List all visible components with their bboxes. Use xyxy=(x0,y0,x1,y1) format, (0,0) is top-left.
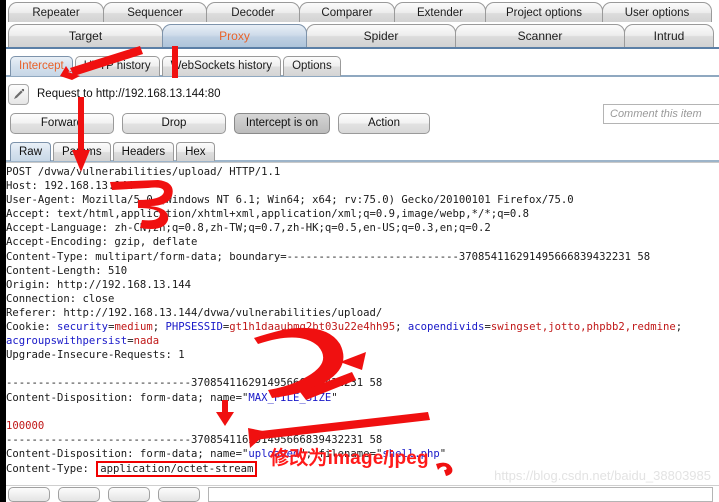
raw-line: Host: 192.168.13.144 xyxy=(6,180,134,193)
drop-button-label: Drop xyxy=(161,116,187,129)
raw-line: Accept: text/html,application/xhtml+xml,… xyxy=(6,208,529,221)
raw-line: Accept-Encoding: gzip, deflate xyxy=(6,236,198,249)
raw-line-cookie-cont: acgroupswithpersist=nada xyxy=(6,335,160,348)
annotation-note-text: 修改为image/jpeg xyxy=(270,448,429,469)
main-tab-repeater[interactable]: Repeater xyxy=(8,2,104,23)
view-tab-headers[interactable]: Headers xyxy=(112,142,175,161)
action-button[interactable]: Action xyxy=(338,112,430,134)
main-tab-intruder-label: Intrud xyxy=(653,29,685,43)
sub-tab-intercept[interactable]: Intercept xyxy=(10,56,73,76)
raw-line: Content-Type: multipart/form-data; bound… xyxy=(6,250,651,263)
main-tab-scanner[interactable]: Scanner xyxy=(455,24,625,47)
drop-button[interactable]: Drop xyxy=(122,112,226,134)
raw-line-disposition-maxfilesize: Content-Disposition: form-data; name="MA… xyxy=(6,391,338,404)
pencil-icon[interactable] xyxy=(8,83,29,105)
main-tab-sequencer-label: Sequencer xyxy=(127,7,183,19)
main-tab-project-options[interactable]: Project options xyxy=(485,2,603,23)
sub-tab-websockets-history[interactable]: WebSockets history xyxy=(161,56,282,76)
main-tab-decoder-label: Decoder xyxy=(231,7,275,19)
bottom-button-4[interactable] xyxy=(158,486,200,502)
main-tab-comparer-label: Comparer xyxy=(321,7,373,19)
intercept-toggle-button[interactable]: Intercept is on xyxy=(234,112,330,134)
sub-tab-websockets-history-label: WebSockets history xyxy=(170,60,273,72)
message-view-tabs: Raw Params Headers Hex xyxy=(0,140,719,161)
view-tab-hex[interactable]: Hex xyxy=(176,142,215,161)
main-tab-user-options-label: User options xyxy=(624,7,690,19)
main-tab-extender-label: Extender xyxy=(416,7,464,19)
forward-button-label: Forward xyxy=(40,116,84,129)
comment-input[interactable]: Comment this item xyxy=(603,104,719,124)
raw-line: Referer: http://192.168.13.144/dvwa/vuln… xyxy=(6,306,383,319)
raw-line xyxy=(2,405,719,419)
view-tab-headers-label: Headers xyxy=(121,146,166,158)
intercept-toggle-label: Intercept is on xyxy=(245,116,319,129)
search-bar xyxy=(0,485,719,502)
main-tab-intruder[interactable]: Intrud xyxy=(624,24,714,47)
sub-tab-http-history-label: HTTP history xyxy=(83,60,151,72)
main-tab-comparer[interactable]: Comparer xyxy=(299,2,395,23)
raw-line-cookie: Cookie: security=medium; PHPSESSID=gt1h1… xyxy=(6,321,683,334)
view-tab-raw[interactable]: Raw xyxy=(10,142,52,161)
content-type-highlight-box: application/octet-stream xyxy=(96,460,258,477)
main-tab-repeater-label: Repeater xyxy=(32,7,80,19)
raw-line: Content-Length: 510 xyxy=(6,264,128,277)
main-tab-decoder[interactable]: Decoder xyxy=(206,2,300,23)
watermark: https://blog.csdn.net/baidu_38803985 xyxy=(494,468,711,483)
main-tab-target-label: Target xyxy=(68,29,103,43)
sub-tab-options-label: Options xyxy=(292,60,332,72)
forward-button[interactable]: Forward xyxy=(10,112,114,134)
window-left-edge xyxy=(0,0,6,502)
bottom-button-3[interactable] xyxy=(108,486,150,502)
sub-tab-intercept-label: Intercept xyxy=(19,60,64,72)
action-button-label: Action xyxy=(368,116,400,129)
view-tab-hex-label: Hex xyxy=(185,146,206,158)
pencil-icon-glyph xyxy=(14,88,25,99)
raw-line: User-Agent: Mozilla/5.0 (Windows NT 6.1;… xyxy=(6,194,574,207)
main-tab-sequencer[interactable]: Sequencer xyxy=(103,2,207,23)
main-tab-proxy-label: Proxy xyxy=(219,29,250,43)
bottom-search-input[interactable] xyxy=(208,486,713,502)
main-tab-project-options-label: Project options xyxy=(505,7,583,19)
bottom-button-2[interactable] xyxy=(58,486,100,502)
raw-line: POST /dvwa/vulnerabilities/upload/ HTTP/… xyxy=(6,166,281,178)
view-tab-params-label: Params xyxy=(62,146,102,158)
raw-line: Accept-Language: zh-CN,zh;q=0.8,zh-TW;q=… xyxy=(6,222,491,235)
main-tab-scanner-label: Scanner xyxy=(517,29,563,43)
raw-line: Connection: close xyxy=(6,292,115,305)
burp-suite-window: Repeater Sequencer Decoder Comparer Exte… xyxy=(0,0,719,502)
bottom-button-1[interactable] xyxy=(8,486,50,502)
main-tab-row-2: Target Proxy Spider Scanner Intrud xyxy=(0,22,719,47)
main-tab-user-options[interactable]: User options xyxy=(602,2,712,23)
main-tab-spider-label: Spider xyxy=(363,29,399,43)
main-tab-spider[interactable]: Spider xyxy=(306,24,456,47)
main-tab-extender[interactable]: Extender xyxy=(394,2,486,23)
main-tab-row-1: Repeater Sequencer Decoder Comparer Exte… xyxy=(0,0,719,23)
request-url-label: Request to http://192.168.13.144:80 xyxy=(37,88,221,100)
main-tab-target[interactable]: Target xyxy=(8,24,163,47)
main-tab-proxy[interactable]: Proxy xyxy=(162,24,307,47)
raw-line-maxfilesize-value: 100000 xyxy=(6,419,45,432)
raw-line xyxy=(2,362,719,376)
sub-tab-http-history[interactable]: HTTP history xyxy=(74,56,160,76)
raw-line: -----------------------------37085411629… xyxy=(6,377,383,390)
view-tab-params[interactable]: Params xyxy=(53,142,111,161)
raw-line: Origin: http://192.168.13.144 xyxy=(6,278,191,291)
sub-tab-options[interactable]: Options xyxy=(283,56,341,76)
view-tab-raw-label: Raw xyxy=(19,146,43,158)
proxy-sub-tabs: Intercept HTTP history WebSockets histor… xyxy=(0,54,719,76)
raw-line: Upgrade-Insecure-Requests: 1 xyxy=(6,349,185,362)
